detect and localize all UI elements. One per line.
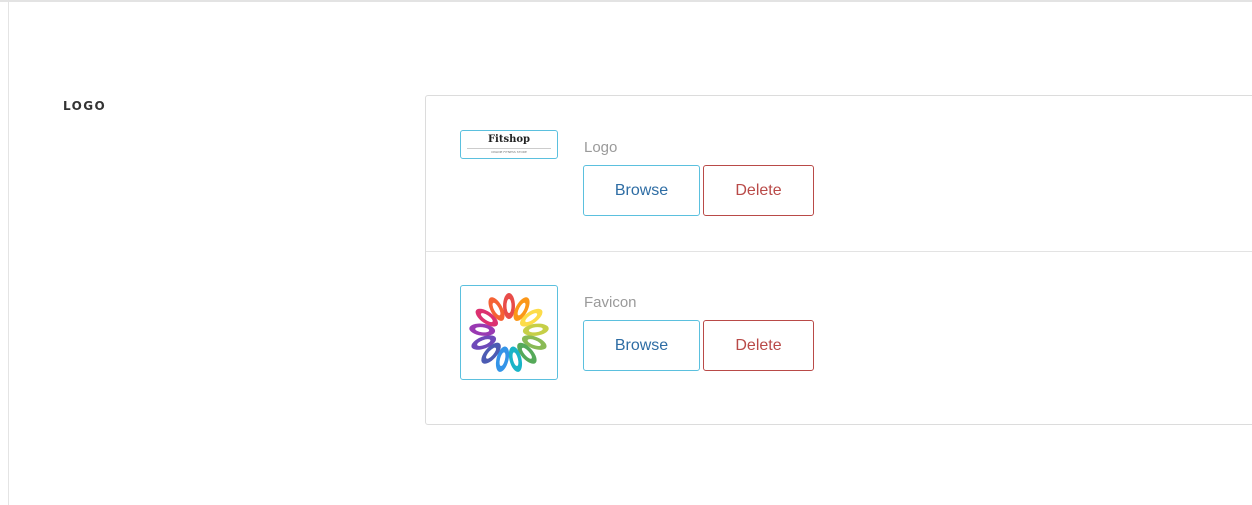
logo-delete-button[interactable]: Delete [703,165,814,216]
favicon-upload-row: Favicon Browse Delete [426,252,1252,426]
favicon-flower-icon [469,293,549,372]
favicon-browse-button[interactable]: Browse [583,320,700,371]
logo-browse-button[interactable]: Browse [583,165,700,216]
logo-field-label: Logo [584,139,618,156]
favicon-field-label: Favicon [584,294,637,311]
section-title: LOGO [63,99,107,113]
favicon-preview [460,285,558,380]
favicon-delete-button[interactable]: Delete [703,320,814,371]
branding-card: Fitshop ONLINE FITNESS STORE Logo Browse… [425,95,1252,425]
left-divider [8,2,9,505]
logo-upload-row: Fitshop ONLINE FITNESS STORE Logo Browse… [426,96,1252,252]
logo-preview-wordmark: Fitshop [487,134,531,145]
logo-preview-tagline: ONLINE FITNESS STORE [467,148,551,154]
settings-page: LOGO Fitshop ONLINE FITNESS STORE Logo B… [0,0,1252,505]
logo-preview: Fitshop ONLINE FITNESS STORE [460,130,558,159]
